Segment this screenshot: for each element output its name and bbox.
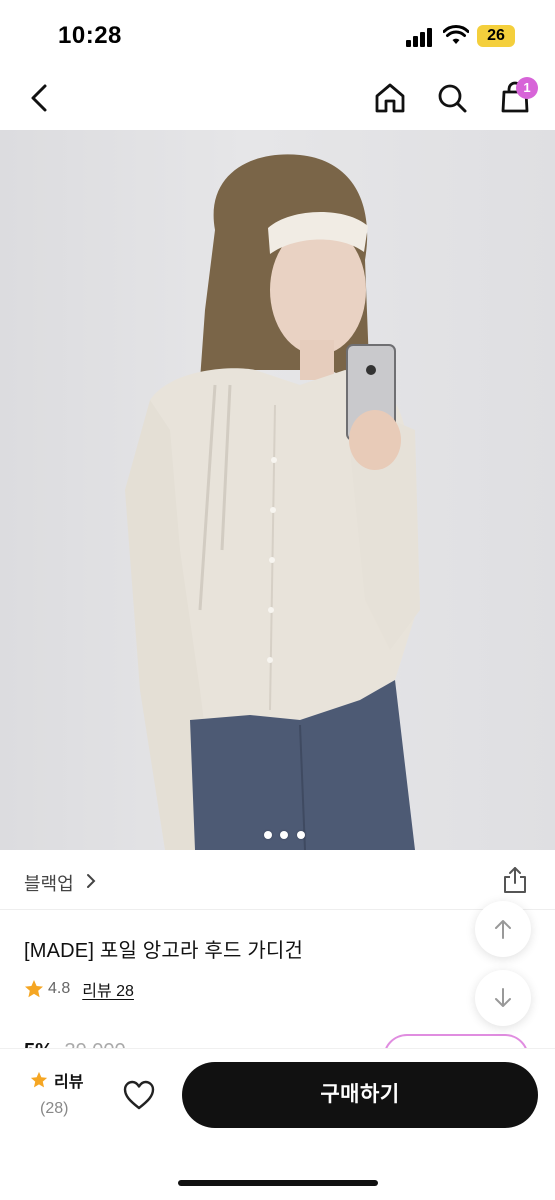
home-indicator	[178, 1180, 378, 1186]
star-icon	[25, 980, 43, 998]
chevron-right-icon	[87, 874, 96, 888]
pagination-dot	[296, 831, 305, 839]
review-label: 리뷰	[54, 1074, 84, 1091]
cart-count-badge: 1	[516, 77, 538, 99]
original-price: 39,000	[64, 1040, 125, 1048]
rating-row: 4.8 리뷰 28	[24, 978, 134, 1000]
battery-indicator: 26	[477, 25, 515, 47]
gallery-pagination-dots	[264, 826, 309, 839]
arrow-up-icon	[495, 920, 511, 939]
brand-row[interactable]: 블랙업	[0, 850, 555, 910]
star-icon	[30, 1071, 48, 1088]
brand-name[interactable]: 블랙업	[24, 870, 74, 896]
heart-icon[interactable]	[122, 1079, 156, 1111]
chevron-left-icon[interactable]	[22, 80, 58, 116]
rating-value: 4.8	[48, 980, 71, 997]
status-bar: 10:28 26	[0, 0, 555, 70]
cellular-signal-icon	[406, 27, 434, 47]
search-icon[interactable]	[434, 80, 470, 116]
pagination-dot	[264, 831, 272, 839]
status-time: 10:28	[58, 22, 122, 49]
product-photo	[125, 154, 420, 850]
review-summary[interactable]: 리뷰	[30, 1068, 90, 1092]
price-row: 5% 39,000	[24, 1038, 126, 1048]
scroll-top-button[interactable]	[475, 901, 531, 957]
review-count: (28)	[40, 1100, 69, 1117]
share-icon[interactable]	[502, 866, 528, 894]
navigation-bar	[0, 70, 555, 130]
arrow-down-icon	[495, 988, 511, 1007]
wifi-icon	[443, 25, 469, 44]
home-icon[interactable]	[372, 80, 408, 116]
product-title: [MADE] 포일 앙고라 후드 가디건	[24, 940, 304, 962]
discount-rate: 5%	[24, 1040, 53, 1048]
buy-button[interactable]: 구매하기	[182, 1062, 538, 1128]
scroll-bottom-button[interactable]	[475, 970, 531, 1026]
product-image-gallery[interactable]	[0, 130, 555, 850]
review-count-link[interactable]: 리뷰 28	[82, 977, 134, 1001]
